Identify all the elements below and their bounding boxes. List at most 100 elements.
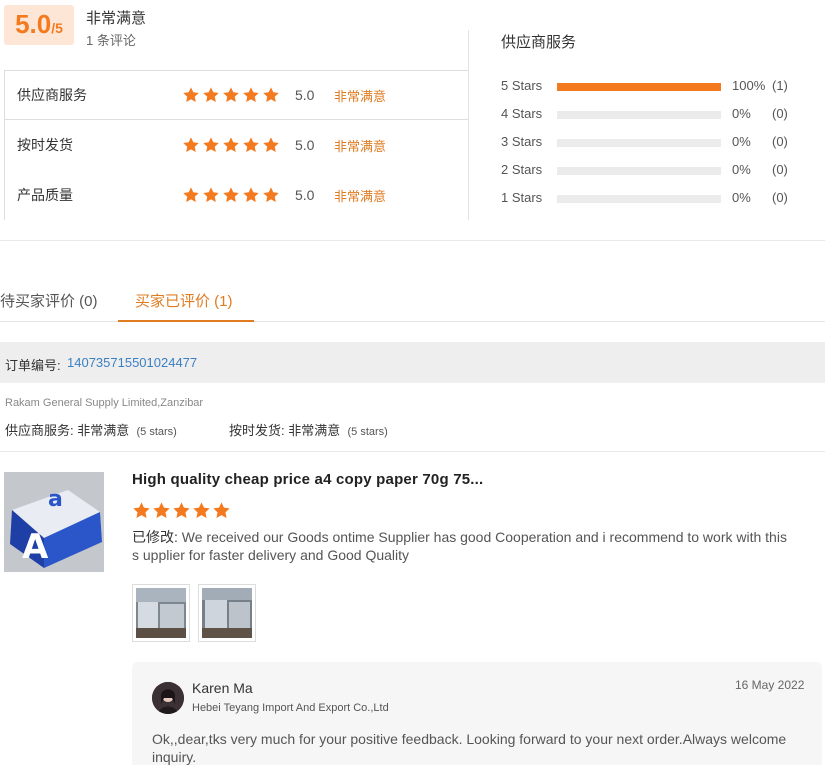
star-icon <box>182 86 200 104</box>
active-tab-indicator <box>118 320 254 322</box>
rating-value: 5.0 <box>295 137 315 153</box>
distribution-percent: 0% <box>732 134 751 149</box>
distribution-count: (0) <box>772 134 788 149</box>
review-photo-image <box>136 588 186 638</box>
distribution-label: 4 Stars <box>501 106 543 121</box>
review-edited-prefix: 已修改: <box>132 529 178 545</box>
star-icon <box>222 86 240 104</box>
buyer-shipping-label: 按时发货: <box>229 423 285 438</box>
overall-score: 5.0 <box>15 9 52 39</box>
star-icon <box>152 501 171 520</box>
rating-desc: 非常满意 <box>334 88 387 104</box>
distribution-label: 5 Stars <box>501 78 543 93</box>
rating-row-supplier-service: 供应商服务 5.0 非常满意 <box>4 70 464 120</box>
star-icon <box>242 186 260 204</box>
rating-desc: 非常满意 <box>334 188 387 204</box>
rating-label: 产品质量 <box>17 187 73 203</box>
distribution-count: (1) <box>772 78 788 93</box>
distribution-label: 2 Stars <box>501 162 543 177</box>
distribution-row-4: 4 Stars 0% (0) <box>501 106 801 124</box>
rating-row-on-time-shipping: 按时发货 5.0 非常满意 <box>4 120 464 170</box>
star-icon <box>242 136 260 154</box>
review-text: 已修改: We received our Goods ontime Suppli… <box>132 528 792 564</box>
buyer-shipping-stars: (5 stars) <box>347 426 388 438</box>
distribution-percent: 0% <box>732 162 751 177</box>
rating-label: 供应商服务 <box>17 87 87 103</box>
overall-score-max: /5 <box>51 20 63 36</box>
distribution-bar-track <box>557 167 721 175</box>
warehouse-pallet-image-icon <box>202 588 252 638</box>
rating-stars <box>182 186 280 204</box>
order-number-label: 订单编号: <box>5 358 61 373</box>
rating-value: 5.0 <box>295 87 315 103</box>
buyer-service-value: 非常满意 <box>77 423 130 438</box>
product-thumbnail[interactable]: A a <box>4 472 104 572</box>
overall-score-badge: 5.0 /5 <box>4 5 74 45</box>
warehouse-pallet-image-icon <box>136 588 186 638</box>
review-photo-1[interactable] <box>132 584 190 642</box>
order-number-link[interactable]: 140735715501024477 <box>67 355 197 370</box>
buyer-shipping-value: 非常满意 <box>288 423 341 438</box>
distribution-bar-track <box>557 195 721 203</box>
distribution-percent: 100% <box>732 78 766 93</box>
distribution-label: 3 Stars <box>501 134 543 149</box>
star-icon <box>182 136 200 154</box>
distribution-row-5: 5 Stars 100% (1) <box>501 78 801 96</box>
distribution-title: 供应商服务 <box>501 34 577 51</box>
distribution-bar-track <box>557 83 721 91</box>
buyer-service-stars: (5 stars) <box>136 426 177 438</box>
star-icon <box>172 501 191 520</box>
star-icon <box>262 186 280 204</box>
reply-date: 16 May 2022 <box>735 678 805 692</box>
distribution-percent: 0% <box>732 190 751 205</box>
distribution-bar-fill <box>557 83 721 91</box>
buyer-service-label: 供应商服务: <box>5 423 74 438</box>
distribution-row-2: 2 Stars 0% (0) <box>501 162 801 180</box>
overall-score-title: 非常满意 <box>86 10 147 27</box>
star-icon <box>182 186 200 204</box>
svg-text:a: a <box>48 487 63 512</box>
distribution-label: 1 Stars <box>501 190 543 205</box>
star-icon <box>242 86 260 104</box>
star-icon <box>202 186 220 204</box>
buyer-shipping-rating: 按时发货: 非常满意 (5 stars) <box>229 420 388 439</box>
star-icon <box>202 136 220 154</box>
review-divider <box>0 451 825 452</box>
user-avatar-icon <box>152 682 184 714</box>
reply-text: Ok,,dear,tks very much for your positive… <box>152 731 787 765</box>
buyer-service-rating: 供应商服务: 非常满意 (5 stars) <box>5 420 177 439</box>
star-icon <box>262 86 280 104</box>
product-title[interactable]: High quality cheap price a4 copy paper 7… <box>132 471 483 488</box>
paper-ream-image-icon: A a <box>4 472 104 572</box>
rating-stars <box>182 136 280 154</box>
rating-desc: 非常满意 <box>334 138 387 154</box>
rating-box-divider <box>468 30 469 220</box>
distribution-bar-track <box>557 111 721 119</box>
review-photo-2[interactable] <box>198 584 256 642</box>
review-stars <box>132 501 231 520</box>
star-icon <box>222 136 240 154</box>
rating-row-product-quality: 产品质量 5.0 非常满意 <box>4 170 464 220</box>
rating-label: 按时发货 <box>17 137 73 153</box>
distribution-count: (0) <box>772 106 788 121</box>
reply-author-company: Hebei Teyang Import And Export Co.,Ltd <box>192 702 389 714</box>
distribution-bar-track <box>557 139 721 147</box>
star-icon <box>262 136 280 154</box>
tab-completed-reviews[interactable]: 买家已评价 (1) <box>135 290 233 311</box>
star-icon <box>132 501 151 520</box>
review-photo-image <box>202 588 252 638</box>
distribution-row-1: 1 Stars 0% (0) <box>501 190 801 208</box>
star-icon <box>212 501 231 520</box>
section-divider <box>0 240 825 241</box>
distribution-count: (0) <box>772 190 788 205</box>
distribution-percent: 0% <box>732 106 751 121</box>
buyer-name: Rakam General Supply Limited,Zanzibar <box>5 397 204 409</box>
rating-value: 5.0 <box>295 187 315 203</box>
reply-author-name: Karen Ma <box>192 680 253 696</box>
rating-stars <box>182 86 280 104</box>
tab-pending-reviews[interactable]: 待买家评价 (0) <box>0 290 98 311</box>
star-icon <box>192 501 211 520</box>
avatar <box>152 682 184 714</box>
review-body: We received our Goods ontime Supplier ha… <box>132 529 787 563</box>
star-icon <box>202 86 220 104</box>
